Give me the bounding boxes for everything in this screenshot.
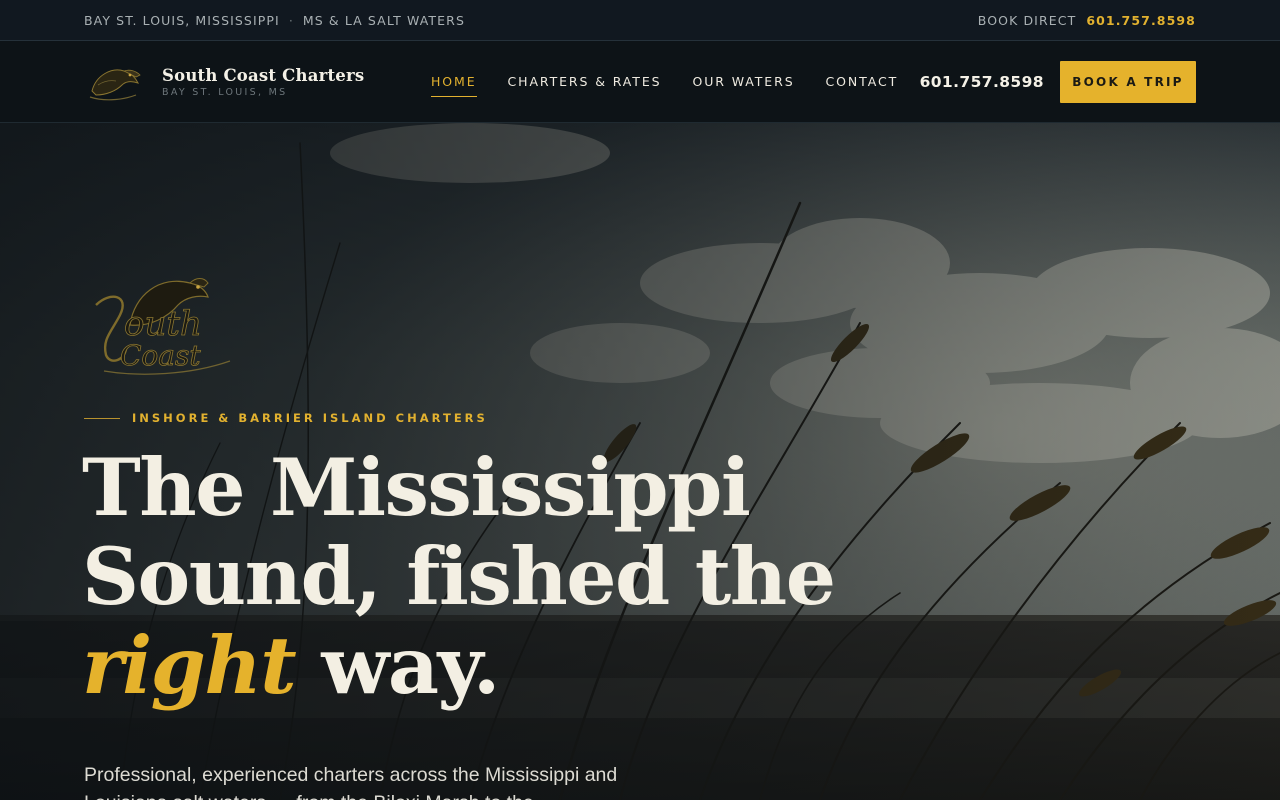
eyebrow-text: INSHORE & BARRIER ISLAND CHARTERS	[132, 411, 488, 425]
location-text: BAY ST. LOUIS, MISSISSIPPI	[84, 12, 280, 28]
main-navbar: South Coast Charters BAY ST. LOUIS, MS H…	[0, 41, 1280, 123]
nav-phone-link[interactable]: 601.757.8598	[920, 73, 1044, 91]
nav-item-charters-rates[interactable]: CHARTERS & RATES	[508, 68, 662, 95]
book-direct-label: BOOK DIRECT	[977, 12, 1077, 28]
headline-line-1: The Mississippi	[82, 441, 751, 534]
brand-name: South Coast Charters	[162, 65, 365, 85]
primary-nav: HOME CHARTERS & RATES OUR WATERS CONTACT	[431, 68, 899, 97]
svg-text:Coast: Coast	[120, 339, 201, 372]
headline-accent: right	[82, 619, 297, 712]
separator-dot: ·	[288, 12, 294, 28]
book-direct: BOOK DIRECT 601.757.8598	[978, 13, 1196, 28]
waters-text: MS & LA SALT WATERS	[302, 12, 465, 28]
hero-section: outh Coast INSHORE & BARRIER ISLAND CHAR…	[0, 123, 1280, 800]
hero-lede: Professional, experienced charters acros…	[84, 764, 618, 800]
hero-headline: The Mississippi Sound, fished the right …	[82, 443, 982, 710]
top-utility-bar: BAY ST. LOUIS, MISSISSIPPI · MS & LA SAL…	[0, 0, 1280, 41]
hero-eyebrow: INSHORE & BARRIER ISLAND CHARTERS	[84, 411, 488, 425]
nav-item-contact[interactable]: CONTACT	[826, 68, 899, 95]
headline-line-2: Sound, fished the	[82, 530, 836, 623]
topbar-phone-link[interactable]: 601.757.8598	[1086, 13, 1196, 28]
brand-location: BAY ST. LOUIS, MS	[162, 86, 288, 98]
headline-end: way.	[295, 619, 500, 712]
nav-actions: 601.757.8598 BOOK A TRIP	[920, 60, 1196, 103]
location-info: BAY ST. LOUIS, MISSISSIPPI · MS & LA SAL…	[84, 13, 465, 28]
nav-item-home[interactable]: HOME	[431, 68, 477, 97]
book-a-trip-button[interactable]: BOOK A TRIP	[1060, 60, 1196, 103]
eyebrow-rule	[84, 417, 120, 419]
south-coast-logo-icon: outh Coast	[90, 265, 260, 383]
nav-item-our-waters[interactable]: OUR WATERS	[692, 68, 794, 95]
svg-text:outh: outh	[124, 304, 202, 344]
fish-logo-icon	[84, 60, 146, 104]
brand-home-link[interactable]: South Coast Charters BAY ST. LOUIS, MS	[84, 60, 414, 104]
